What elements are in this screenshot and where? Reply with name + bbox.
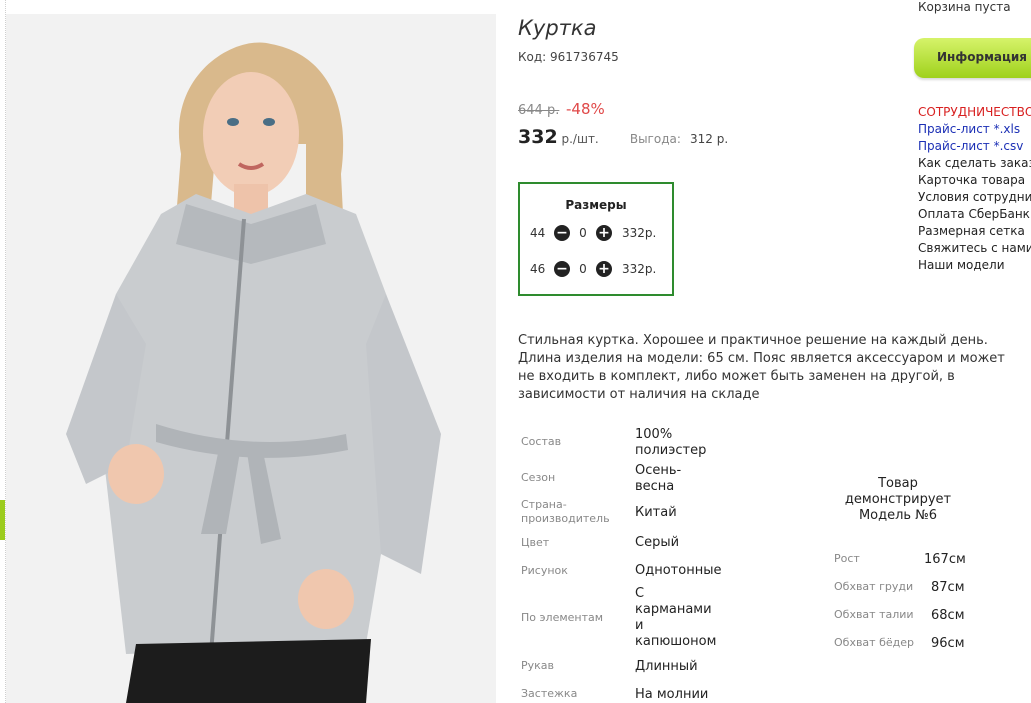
attribute-value: С карманами и капюшоном (635, 586, 717, 649)
size-row: 44 − 0 + 332р. (530, 224, 656, 242)
sidebar-link-contact[interactable]: Свяжитесь с нами (918, 240, 1031, 257)
side-tab-marker[interactable] (0, 500, 5, 540)
size-value: 46 (530, 262, 546, 276)
savings-label: Выгода: (629, 132, 681, 146)
attribute-label: Цвет (521, 536, 550, 549)
price-unit: р./шт. (557, 132, 599, 146)
attribute-value: 100% полиэстер (635, 427, 707, 458)
sidebar-link-price-csv[interactable]: Прайс-лист *.csv (918, 138, 1031, 155)
attribute-label: Рисунок (521, 564, 568, 577)
attribute-value: Серый (635, 535, 680, 550)
minus-icon[interactable]: − (554, 261, 570, 277)
measurement-label: Рост (834, 552, 860, 565)
plus-icon[interactable]: + (596, 225, 612, 241)
attribute-value: Китай (635, 505, 677, 520)
sidebar-link-cooperation[interactable]: СОТРУДНИЧЕСТВО (918, 104, 1031, 121)
product-title: Куртка (518, 16, 597, 40)
product-photo[interactable] (6, 14, 496, 703)
attribute-value: Однотонные (635, 563, 722, 578)
sidebar-link-how-to-order[interactable]: Как сделать заказ (918, 155, 1031, 172)
attribute-label: Застежка (521, 687, 578, 700)
old-price: 644 р. (518, 103, 560, 118)
attribute-value: Осень-весна (635, 463, 682, 494)
size-price: 332р. (622, 262, 657, 276)
measurement-value: 167см (924, 552, 966, 567)
attribute-label: По элементам (521, 611, 604, 624)
attribute-label: Рукав (521, 659, 555, 672)
sidebar-links: СОТРУДНИЧЕСТВО Прайс-лист *.xls Прайс-ли… (918, 104, 1031, 274)
sidebar-link-product-card[interactable]: Карточка товара (918, 172, 1031, 189)
savings-value: 312 р. (689, 132, 729, 146)
product-code: Код: 961736745 (518, 50, 619, 64)
measurement-label: Обхват груди (834, 580, 914, 593)
measurement-label: Обхват бёдер (834, 636, 914, 649)
discount-badge: -48% (566, 100, 605, 118)
sidebar-link-size-chart[interactable]: Размерная сетка (918, 223, 1031, 240)
size-selector: Размеры 44 − 0 + 332р. 46 − 0 + 332р. (518, 182, 674, 296)
quantity-value: 0 (579, 226, 587, 240)
measurement-value: 87см (931, 580, 965, 595)
current-price: 332 (518, 126, 558, 148)
product-description: Стильная куртка. Хорошее и практичное ре… (518, 333, 1005, 402)
attribute-label: Сезон (521, 471, 556, 484)
size-value: 44 (530, 226, 546, 240)
info-button[interactable]: Информация (914, 38, 1031, 78)
model-in-jacket-image (6, 14, 496, 703)
price-row: 332 р./шт. Выгода: 312 р. (518, 126, 728, 148)
sidebar-link-sberbank-payment[interactable]: Оплата СберБанк (918, 206, 1031, 223)
sidebar-link-terms[interactable]: Условия сотрудничества (918, 189, 1031, 206)
attribute-value: Длинный (635, 659, 698, 674)
sizes-title: Размеры (565, 198, 627, 212)
sidebar-link-price-xls[interactable]: Прайс-лист *.xls (918, 121, 1031, 138)
measurement-value: 68см (931, 608, 965, 623)
quantity-value: 0 (579, 262, 587, 276)
size-price: 332р. (622, 226, 657, 240)
minus-icon[interactable]: − (554, 225, 570, 241)
model-note: Товар демонстрирует Модель №6 (844, 476, 952, 523)
attribute-label: Страна-производитель (521, 498, 610, 525)
cart-status[interactable]: Корзина пуста (918, 0, 1011, 14)
measurement-value: 96см (931, 636, 965, 651)
attribute-label: Состав (521, 435, 562, 448)
sidebar-link-our-models[interactable]: Наши модели (918, 257, 1031, 274)
plus-icon[interactable]: + (596, 261, 612, 277)
attribute-value: На молнии (635, 687, 709, 702)
size-row: 46 − 0 + 332р. (530, 260, 656, 278)
measurement-label: Обхват талии (834, 608, 914, 621)
